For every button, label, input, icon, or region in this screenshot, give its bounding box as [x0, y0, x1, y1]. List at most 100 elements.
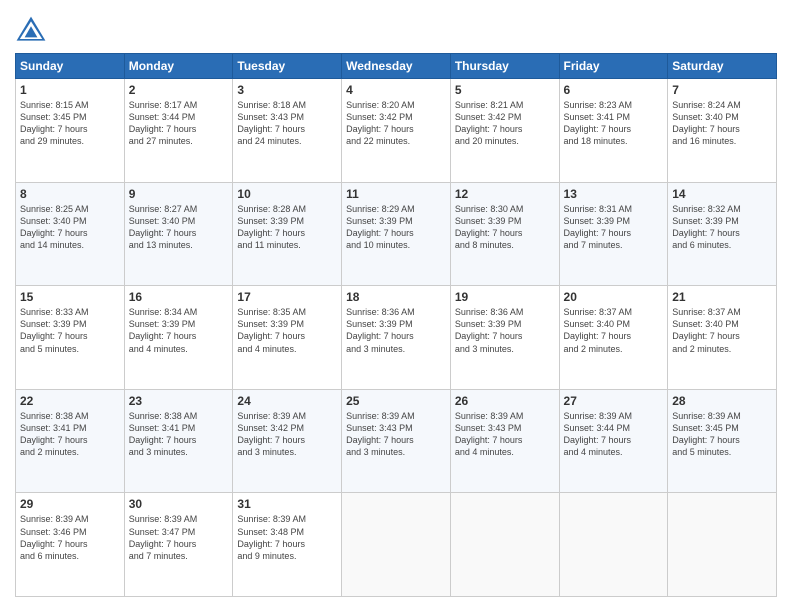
calendar-cell: 15 Sunrise: 8:33 AM Sunset: 3:39 PM Dayli…: [16, 286, 125, 390]
cell-info: Sunrise: 8:30 AM Sunset: 3:39 PM Dayligh…: [455, 203, 555, 252]
day-number: 11: [346, 187, 446, 201]
page: SundayMondayTuesdayWednesdayThursdayFrid…: [0, 0, 792, 612]
calendar-cell: 11 Sunrise: 8:29 AM Sunset: 3:39 PM Dayli…: [342, 182, 451, 286]
calendar-cell: 28 Sunrise: 8:39 AM Sunset: 3:45 PM Dayli…: [668, 389, 777, 493]
cell-info: Sunrise: 8:39 AM Sunset: 3:48 PM Dayligh…: [237, 513, 337, 562]
calendar-table: SundayMondayTuesdayWednesdayThursdayFrid…: [15, 53, 777, 597]
cell-info: Sunrise: 8:18 AM Sunset: 3:43 PM Dayligh…: [237, 99, 337, 148]
calendar-week-1: 1 Sunrise: 8:15 AM Sunset: 3:45 PM Daylig…: [16, 79, 777, 183]
day-number: 15: [20, 290, 120, 304]
day-number: 31: [237, 497, 337, 511]
logo-icon: [15, 15, 47, 43]
day-number: 6: [564, 83, 664, 97]
day-number: 16: [129, 290, 229, 304]
day-number: 3: [237, 83, 337, 97]
cell-info: Sunrise: 8:24 AM Sunset: 3:40 PM Dayligh…: [672, 99, 772, 148]
calendar-header-row: SundayMondayTuesdayWednesdayThursdayFrid…: [16, 54, 777, 79]
weekday-header-friday: Friday: [559, 54, 668, 79]
calendar-cell: 9 Sunrise: 8:27 AM Sunset: 3:40 PM Daylig…: [124, 182, 233, 286]
calendar-cell: 17 Sunrise: 8:35 AM Sunset: 3:39 PM Dayli…: [233, 286, 342, 390]
calendar-cell: 6 Sunrise: 8:23 AM Sunset: 3:41 PM Daylig…: [559, 79, 668, 183]
weekday-header-wednesday: Wednesday: [342, 54, 451, 79]
day-number: 14: [672, 187, 772, 201]
calendar-cell: 18 Sunrise: 8:36 AM Sunset: 3:39 PM Dayli…: [342, 286, 451, 390]
day-number: 1: [20, 83, 120, 97]
cell-info: Sunrise: 8:39 AM Sunset: 3:43 PM Dayligh…: [455, 410, 555, 459]
calendar-week-4: 22Sunrise: 8:38 AM Sunset: 3:41 PM Dayli…: [16, 389, 777, 493]
calendar-cell: 24Sunrise: 8:39 AM Sunset: 3:42 PM Dayli…: [233, 389, 342, 493]
day-number: 20: [564, 290, 664, 304]
calendar-cell: [668, 493, 777, 597]
day-number: 30: [129, 497, 229, 511]
calendar-cell: 23 Sunrise: 8:38 AM Sunset: 3:41 PM Dayli…: [124, 389, 233, 493]
day-number: 18: [346, 290, 446, 304]
calendar-cell: 7Sunrise: 8:24 AM Sunset: 3:40 PM Daylig…: [668, 79, 777, 183]
day-number: 29: [20, 497, 120, 511]
calendar-cell: [559, 493, 668, 597]
calendar-cell: 25 Sunrise: 8:39 AM Sunset: 3:43 PM Dayli…: [342, 389, 451, 493]
cell-info: Sunrise: 8:39 AM Sunset: 3:44 PM Dayligh…: [564, 410, 664, 459]
calendar-cell: 14 Sunrise: 8:32 AM Sunset: 3:39 PM Dayli…: [668, 182, 777, 286]
cell-info: Sunrise: 8:28 AM Sunset: 3:39 PM Dayligh…: [237, 203, 337, 252]
calendar-week-5: 29Sunrise: 8:39 AM Sunset: 3:46 PM Dayli…: [16, 493, 777, 597]
cell-info: Sunrise: 8:39 AM Sunset: 3:45 PM Dayligh…: [672, 410, 772, 459]
calendar-week-2: 8 Sunrise: 8:25 AM Sunset: 3:40 PM Daylig…: [16, 182, 777, 286]
day-number: 4: [346, 83, 446, 97]
day-number: 17: [237, 290, 337, 304]
calendar-cell: 1 Sunrise: 8:15 AM Sunset: 3:45 PM Daylig…: [16, 79, 125, 183]
calendar-cell: 13 Sunrise: 8:31 AM Sunset: 3:39 PM Dayli…: [559, 182, 668, 286]
day-number: 28: [672, 394, 772, 408]
day-number: 5: [455, 83, 555, 97]
cell-info: Sunrise: 8:20 AM Sunset: 3:42 PM Dayligh…: [346, 99, 446, 148]
day-number: 13: [564, 187, 664, 201]
cell-info: Sunrise: 8:36 AM Sunset: 3:39 PM Dayligh…: [346, 306, 446, 355]
calendar-cell: 16Sunrise: 8:34 AM Sunset: 3:39 PM Dayli…: [124, 286, 233, 390]
cell-info: Sunrise: 8:33 AM Sunset: 3:39 PM Dayligh…: [20, 306, 120, 355]
weekday-header-monday: Monday: [124, 54, 233, 79]
cell-info: Sunrise: 8:39 AM Sunset: 3:47 PM Dayligh…: [129, 513, 229, 562]
calendar-cell: 27 Sunrise: 8:39 AM Sunset: 3:44 PM Dayli…: [559, 389, 668, 493]
weekday-header-thursday: Thursday: [450, 54, 559, 79]
cell-info: Sunrise: 8:36 AM Sunset: 3:39 PM Dayligh…: [455, 306, 555, 355]
calendar-cell: 2Sunrise: 8:17 AM Sunset: 3:44 PM Daylig…: [124, 79, 233, 183]
calendar-cell: 8 Sunrise: 8:25 AM Sunset: 3:40 PM Daylig…: [16, 182, 125, 286]
day-number: 25: [346, 394, 446, 408]
cell-info: Sunrise: 8:37 AM Sunset: 3:40 PM Dayligh…: [672, 306, 772, 355]
cell-info: Sunrise: 8:21 AM Sunset: 3:42 PM Dayligh…: [455, 99, 555, 148]
calendar-cell: 22Sunrise: 8:38 AM Sunset: 3:41 PM Dayli…: [16, 389, 125, 493]
day-number: 9: [129, 187, 229, 201]
calendar-cell: 19Sunrise: 8:36 AM Sunset: 3:39 PM Dayli…: [450, 286, 559, 390]
calendar-cell: 26Sunrise: 8:39 AM Sunset: 3:43 PM Dayli…: [450, 389, 559, 493]
cell-info: Sunrise: 8:32 AM Sunset: 3:39 PM Dayligh…: [672, 203, 772, 252]
weekday-header-sunday: Sunday: [16, 54, 125, 79]
day-number: 8: [20, 187, 120, 201]
calendar-cell: 20Sunrise: 8:37 AM Sunset: 3:40 PM Dayli…: [559, 286, 668, 390]
cell-info: Sunrise: 8:38 AM Sunset: 3:41 PM Dayligh…: [20, 410, 120, 459]
calendar-cell: 3 Sunrise: 8:18 AM Sunset: 3:43 PM Daylig…: [233, 79, 342, 183]
calendar-cell: 5 Sunrise: 8:21 AM Sunset: 3:42 PM Daylig…: [450, 79, 559, 183]
calendar-cell: [342, 493, 451, 597]
header: [15, 15, 777, 43]
cell-info: Sunrise: 8:39 AM Sunset: 3:43 PM Dayligh…: [346, 410, 446, 459]
logo: [15, 15, 51, 43]
cell-info: Sunrise: 8:27 AM Sunset: 3:40 PM Dayligh…: [129, 203, 229, 252]
cell-info: Sunrise: 8:35 AM Sunset: 3:39 PM Dayligh…: [237, 306, 337, 355]
cell-info: Sunrise: 8:25 AM Sunset: 3:40 PM Dayligh…: [20, 203, 120, 252]
day-number: 23: [129, 394, 229, 408]
cell-info: Sunrise: 8:31 AM Sunset: 3:39 PM Dayligh…: [564, 203, 664, 252]
weekday-header-saturday: Saturday: [668, 54, 777, 79]
day-number: 21: [672, 290, 772, 304]
cell-info: Sunrise: 8:29 AM Sunset: 3:39 PM Dayligh…: [346, 203, 446, 252]
calendar-cell: 21 Sunrise: 8:37 AM Sunset: 3:40 PM Dayli…: [668, 286, 777, 390]
cell-info: Sunrise: 8:15 AM Sunset: 3:45 PM Dayligh…: [20, 99, 120, 148]
calendar-cell: 30 Sunrise: 8:39 AM Sunset: 3:47 PM Dayli…: [124, 493, 233, 597]
calendar-cell: 31 Sunrise: 8:39 AM Sunset: 3:48 PM Dayli…: [233, 493, 342, 597]
day-number: 2: [129, 83, 229, 97]
day-number: 12: [455, 187, 555, 201]
calendar-cell: 4 Sunrise: 8:20 AM Sunset: 3:42 PM Daylig…: [342, 79, 451, 183]
cell-info: Sunrise: 8:23 AM Sunset: 3:41 PM Dayligh…: [564, 99, 664, 148]
cell-info: Sunrise: 8:38 AM Sunset: 3:41 PM Dayligh…: [129, 410, 229, 459]
day-number: 27: [564, 394, 664, 408]
weekday-header-tuesday: Tuesday: [233, 54, 342, 79]
day-number: 10: [237, 187, 337, 201]
